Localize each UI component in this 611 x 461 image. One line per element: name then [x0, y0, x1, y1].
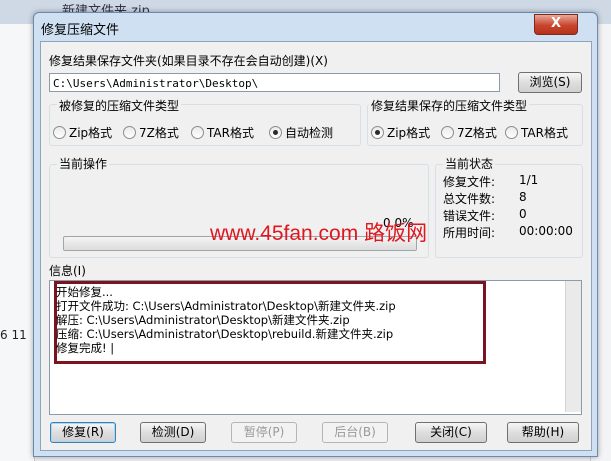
browse-button[interactable]: 浏览(S) [518, 72, 582, 93]
repair-dialog: 修复压缩文件 X 修复结果保存文件夹(如果目录不存在会自动创建)(X) C:\U… [33, 12, 598, 457]
dialog-title: 修复压缩文件 [41, 23, 120, 38]
radio-save-zip[interactable]: Zip格式 [371, 124, 430, 141]
radio-selected-icon [269, 126, 282, 139]
log-line: 修复完成! | [56, 341, 115, 355]
help-button[interactable]: 帮助(H) [507, 422, 579, 443]
status-key-repaired: 修复文件: [443, 175, 496, 189]
info-label: 信息(I) [49, 264, 86, 278]
repair-button[interactable]: 修复(R) [50, 422, 116, 443]
radio-icon [53, 126, 66, 139]
status-value-time: 00:00:00 [519, 224, 573, 238]
info-log[interactable]: 开始修复... 打开文件成功: C:\Users\Administrator\D… [49, 280, 582, 415]
status-value-repaired: 1/1 [519, 173, 539, 187]
radio-repair-auto[interactable]: 自动检测 [269, 124, 333, 141]
repair-type-label: 被修复的压缩文件类型 [57, 97, 182, 114]
close-window-button[interactable]: X [534, 14, 578, 35]
radio-save-7z[interactable]: 7Z格式 [441, 124, 497, 141]
save-type-label: 修复结果保存的压缩文件类型 [369, 97, 530, 114]
radio-repair-zip[interactable]: Zip格式 [53, 124, 112, 141]
radio-icon [441, 126, 454, 139]
radio-save-tar[interactable]: TAR格式 [505, 124, 568, 141]
save-path-label: 修复结果保存文件夹(如果目录不存在会自动创建)(X) [49, 54, 328, 68]
radio-repair-7z[interactable]: 7Z格式 [123, 124, 179, 141]
background-text-fragment: 6 11 [0, 328, 27, 342]
watermark: www.45fan.com 路饭网 [210, 222, 428, 245]
current-status-label: 当前状态 [443, 155, 496, 172]
status-key-time: 所用时间: [443, 226, 496, 240]
background-button[interactable]: 后台(B) [322, 422, 388, 443]
background-sidebar [0, 24, 35, 461]
close-button[interactable]: 关闭(C) [415, 422, 487, 443]
current-operation-label: 当前操作 [57, 155, 110, 172]
status-key-errors: 错误文件: [443, 209, 496, 223]
info-scrollbar[interactable] [565, 281, 581, 412]
radio-icon [123, 126, 136, 139]
status-value-errors: 0 [519, 207, 527, 221]
status-value-total: 8 [519, 190, 527, 204]
pause-button[interactable]: 暂停(P) [231, 422, 297, 443]
title-bar[interactable]: 修复压缩文件 X [34, 13, 597, 41]
radio-selected-icon [371, 126, 384, 139]
status-key-total: 总文件数: [443, 192, 496, 206]
save-path-input[interactable]: C:\Users\Administrator\Desktop\ [49, 73, 500, 92]
radio-icon [191, 126, 204, 139]
detect-button[interactable]: 检测(D) [140, 422, 206, 443]
radio-repair-tar[interactable]: TAR格式 [191, 124, 254, 141]
close-icon: X [550, 16, 562, 31]
radio-icon [505, 126, 518, 139]
